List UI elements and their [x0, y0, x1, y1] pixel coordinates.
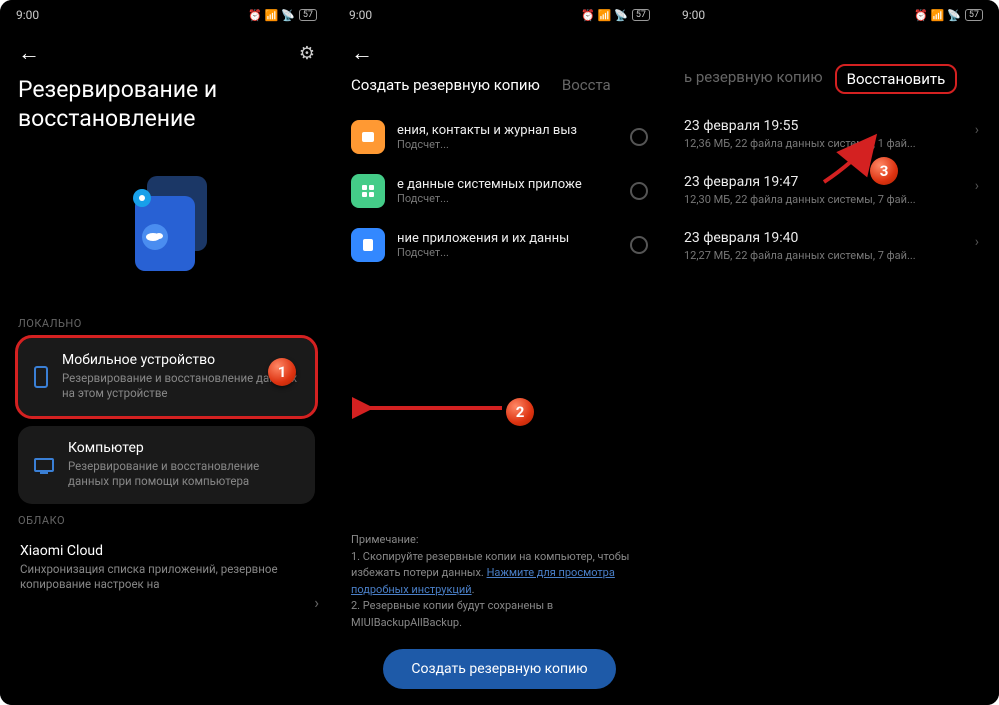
tab-create-backup[interactable]: Создать резервную копию	[351, 76, 540, 94]
data-icon	[351, 228, 385, 262]
create-backup-button[interactable]: Создать резервную копию	[383, 649, 615, 689]
nav-bar	[666, 30, 999, 68]
status-time: 9:00	[349, 8, 372, 22]
swipe-left-arrow	[352, 393, 512, 423]
settings-gear-icon[interactable]: ⚙	[299, 43, 315, 64]
contacts-icon	[351, 120, 385, 154]
screen-restore: 9:00 ⏰ 📶 📡 57 ь резервную копию Восстано…	[666, 0, 999, 705]
annotation-badge-1: 1	[268, 358, 296, 386]
radio-icon[interactable]	[630, 182, 648, 200]
nav-bar: ← ⚙	[0, 30, 333, 76]
status-time: 9:00	[682, 8, 705, 22]
status-time: 9:00	[16, 8, 39, 22]
backup-graphic	[18, 154, 315, 307]
chevron-right-icon: ›	[975, 178, 979, 194]
category-contacts[interactable]: ения, контакты и журнал вызПодсчет...	[351, 110, 648, 164]
screen-backup-restore: 9:00 ⏰ 📶 📡 57 ← ⚙ Резервирование и восст…	[0, 0, 333, 705]
phone-icon	[34, 366, 48, 388]
tab-create-backup[interactable]: ь резервную копию	[684, 68, 823, 90]
status-icons: ⏰ 📶 📡 57	[581, 9, 650, 22]
restore-arrow	[814, 132, 894, 192]
back-icon[interactable]: ←	[18, 40, 40, 66]
nav-bar: ←	[333, 30, 666, 76]
computer-sub: Резервирование и восстановление данных п…	[68, 459, 299, 490]
note-text: Примечание: 1. Скопируйте резервные копи…	[333, 526, 666, 637]
computer-icon	[34, 458, 54, 472]
cloud-title: Xiaomi Cloud	[20, 543, 313, 559]
chevron-right-icon: ›	[975, 234, 979, 250]
chevron-right-icon: ›	[975, 122, 979, 138]
tab-restore[interactable]: Восстановить	[835, 64, 958, 94]
section-cloud-label: ОБЛАКО	[18, 514, 315, 527]
mobile-sub: Резервирование и восстановление данных н…	[62, 371, 299, 402]
tabs: ь резервную копию Восстановить	[666, 68, 999, 106]
tabs: Создать резервную копию Восста	[333, 76, 666, 110]
screen-create-backup: 9:00 ⏰ 📶 📡 57 ← Создать резервную копию …	[333, 0, 666, 705]
tab-restore[interactable]: Восста	[562, 76, 611, 94]
back-icon[interactable]: ←	[351, 40, 373, 66]
section-local-label: ЛОКАЛЬНО	[18, 317, 315, 330]
backup-entry[interactable]: 23 февраля 19:40 12,27 МБ, 22 файла данн…	[684, 218, 981, 274]
computer-card[interactable]: Компьютер Резервирование и восстановлени…	[18, 426, 315, 504]
radio-icon[interactable]	[630, 128, 648, 146]
status-bar: 9:00 ⏰ 📶 📡 57	[666, 0, 999, 30]
status-bar: 9:00 ⏰ 📶 📡 57	[0, 0, 333, 30]
chevron-right-icon: ›	[314, 593, 319, 612]
status-icons: ⏰ 📶 📡 57	[914, 9, 983, 22]
cloud-sub: Синхронизация списка приложений, резервн…	[20, 562, 313, 593]
page-title: Резервирование и восстановление	[18, 76, 315, 134]
xiaomi-cloud-item[interactable]: Xiaomi Cloud Синхронизация списка прилож…	[18, 535, 315, 601]
category-app-data[interactable]: ние приложения и их данныПодсчет...	[351, 218, 648, 272]
mobile-title: Мобильное устройство	[62, 352, 299, 368]
radio-icon[interactable]	[630, 236, 648, 254]
computer-title: Компьютер	[68, 440, 299, 456]
status-icons: ⏰ 📶 📡 57	[248, 9, 317, 22]
apps-icon	[351, 174, 385, 208]
category-system-apps[interactable]: е данные системных приложеПодсчет...	[351, 164, 648, 218]
status-bar: 9:00 ⏰ 📶 📡 57	[333, 0, 666, 30]
